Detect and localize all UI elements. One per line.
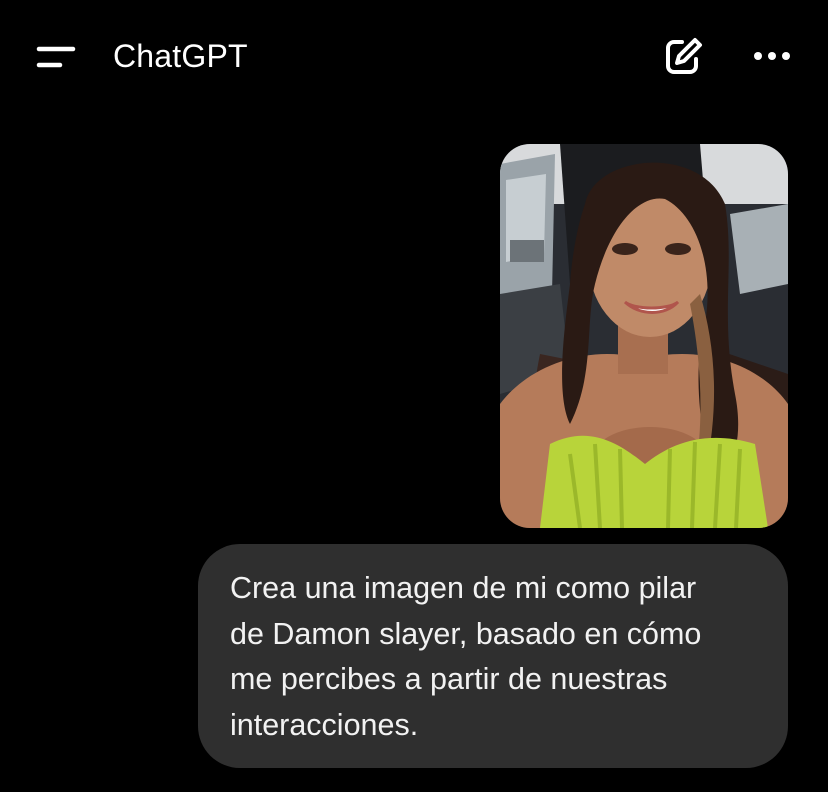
new-chat-button[interactable]	[660, 34, 708, 80]
user-uploaded-photo[interactable]	[500, 144, 788, 528]
hamburger-menu-icon	[36, 46, 76, 68]
user-message-text: Crea una imagen de mi como pilar de Damo…	[230, 566, 758, 748]
message-line: interacciones.	[230, 707, 419, 742]
app-title: ChatGPT	[113, 38, 248, 74]
user-message-bubble: Crea una imagen de mi como pilar de Damo…	[198, 544, 788, 768]
top-bar: ChatGPT	[0, 0, 828, 112]
edit-pencil-icon	[666, 38, 702, 74]
message-line: de Damon slayer, basado en cómo	[230, 616, 702, 651]
photo-illustration	[500, 144, 788, 528]
menu-button[interactable]	[30, 36, 82, 76]
more-dots-icon	[754, 52, 790, 60]
message-line: Crea una imagen de mi como pilar	[230, 571, 697, 605]
message-line: me percibes a partir de nuestras	[230, 662, 668, 696]
more-options-button[interactable]	[748, 40, 796, 74]
